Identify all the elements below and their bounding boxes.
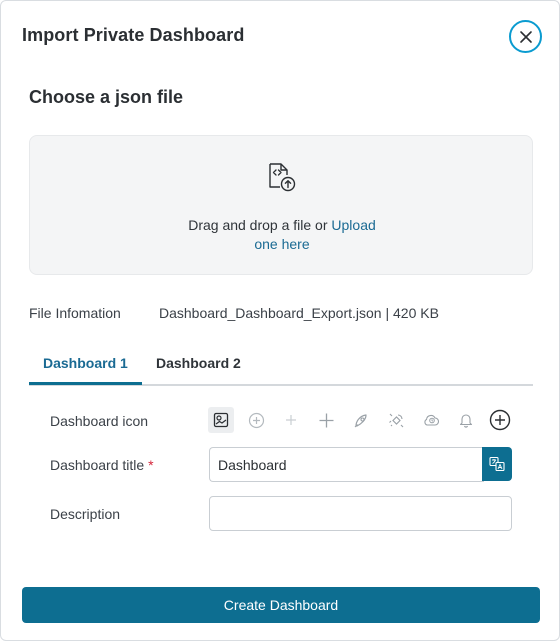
- plus-icon: [319, 413, 333, 427]
- active-tab-indicator: [29, 382, 142, 385]
- icon-option-dashboard[interactable]: [208, 407, 234, 433]
- close-icon: [519, 30, 532, 43]
- dashboard-icon-label: Dashboard icon: [50, 413, 149, 429]
- file-info-label: File Infomation: [29, 305, 121, 321]
- satellite-icon: [388, 413, 403, 427]
- tab-dashboard-1[interactable]: Dashboard 1: [43, 355, 128, 371]
- upload-link[interactable]: Upload: [331, 217, 375, 233]
- add-circle-icon: [489, 409, 511, 431]
- icon-option-plus[interactable]: [313, 407, 339, 433]
- bell-icon: [459, 414, 473, 428]
- file-dropzone[interactable]: Drag and drop a file or Upload one here: [29, 135, 533, 275]
- drop-text: Drag and drop a file or: [188, 217, 332, 233]
- upload-link-continued[interactable]: one here: [254, 236, 309, 252]
- icon-option-add[interactable]: [487, 407, 513, 433]
- alarm-cloud-icon: [423, 414, 439, 426]
- description-label: Description: [50, 506, 121, 522]
- icon-option-alarm-cloud[interactable]: [418, 407, 444, 433]
- dashboard-title-label-text: Dashboard title: [50, 457, 145, 473]
- dashboard-chart-icon: [213, 412, 229, 428]
- dashboard-tabs: Dashboard 1 Dashboard 2: [29, 344, 533, 386]
- icon-option-plus-circle[interactable]: [243, 407, 269, 433]
- close-button[interactable]: [509, 20, 542, 53]
- icon-option-rocket[interactable]: [348, 407, 374, 433]
- plus-small-icon: [286, 415, 296, 425]
- import-dashboard-dialog: Import Private Dashboard Choose a json f…: [0, 0, 560, 641]
- create-dashboard-button[interactable]: Create Dashboard: [22, 587, 540, 623]
- choose-file-heading: Choose a json file: [29, 87, 184, 107]
- description-input[interactable]: [209, 496, 512, 531]
- file-code-upload-icon: [269, 163, 296, 192]
- icon-option-plus-small[interactable]: [278, 407, 304, 433]
- translate-icon: [489, 456, 505, 472]
- file-info-value: Dashboard_Dashboard_Export.json | 420 KB: [159, 305, 439, 321]
- plus-circle-icon: [248, 412, 264, 428]
- dashboard-title-label: Dashboard title *: [50, 457, 154, 473]
- drop-instructions: Drag and drop a file or Upload one here: [30, 216, 534, 254]
- rocket-icon: [354, 413, 367, 427]
- dashboard-title-value: Dashboard: [218, 456, 287, 473]
- icon-option-bell[interactable]: [453, 407, 479, 433]
- translate-button[interactable]: [482, 447, 512, 481]
- tab-dashboard-2[interactable]: Dashboard 2: [156, 355, 241, 371]
- dashboard-title-input[interactable]: Dashboard: [209, 447, 484, 482]
- required-mark: *: [148, 457, 154, 473]
- dialog-title: Import Private Dashboard: [22, 25, 245, 45]
- icon-option-satellite[interactable]: [383, 407, 409, 433]
